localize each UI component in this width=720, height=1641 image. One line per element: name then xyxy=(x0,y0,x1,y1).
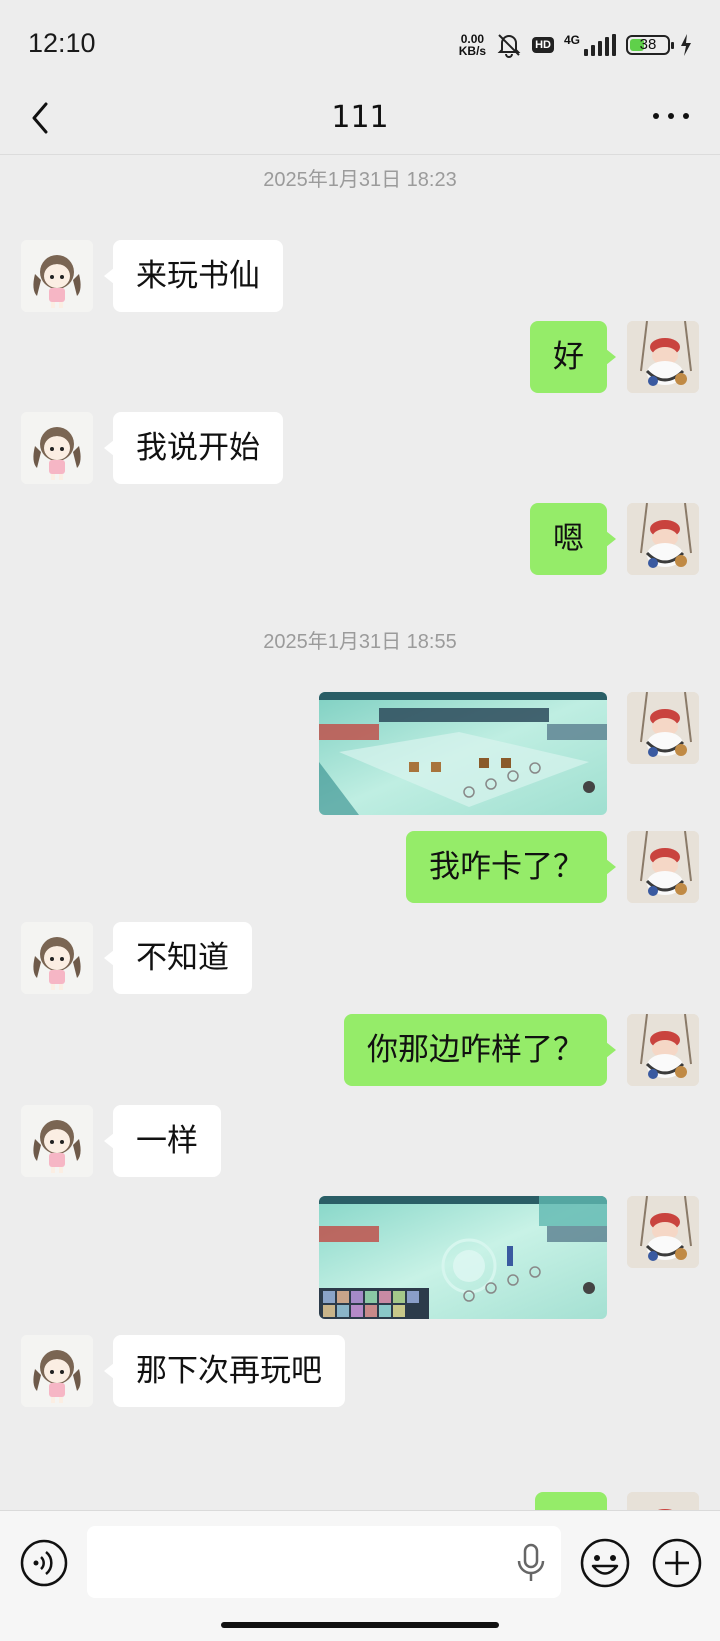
game-screenshot-image xyxy=(319,1196,607,1319)
contact-avatar[interactable] xyxy=(21,240,93,312)
message-list[interactable]: 2025年1月31日 18:23 来玩书仙 好 我说开始 嗯 2025年1月31… xyxy=(0,155,720,1510)
incoming-message[interactable]: 我说开始 xyxy=(104,412,283,484)
home-indicator[interactable] xyxy=(221,1622,499,1628)
hd-badge: HD xyxy=(532,37,554,53)
contact-avatar[interactable] xyxy=(21,922,93,994)
game-screenshot-image xyxy=(319,692,607,815)
girl-avatar-icon xyxy=(21,240,93,312)
cartoon-avatar-icon xyxy=(627,831,699,903)
outgoing-message[interactable] xyxy=(535,1492,607,1510)
chat-header: 111 xyxy=(0,88,720,155)
cartoon-avatar-icon xyxy=(627,1196,699,1268)
girl-avatar-icon xyxy=(21,922,93,994)
status-bar: 12:10 0.00 KB/s HD 4G 38 xyxy=(0,0,720,88)
outgoing-message[interactable]: 你那边咋样了？ xyxy=(344,1014,616,1086)
mic-icon[interactable] xyxy=(514,1541,548,1585)
cartoon-avatar-icon xyxy=(627,321,699,393)
my-avatar[interactable] xyxy=(627,503,699,575)
incoming-message[interactable]: 来玩书仙 xyxy=(104,240,283,312)
signal-icon xyxy=(584,34,616,56)
my-avatar[interactable] xyxy=(627,321,699,393)
my-avatar[interactable] xyxy=(627,1492,699,1510)
emoji-icon[interactable] xyxy=(579,1537,631,1589)
battery-level: 38 xyxy=(639,36,657,53)
cartoon-avatar-icon xyxy=(627,503,699,575)
charging-icon xyxy=(681,34,691,56)
cartoon-avatar-icon xyxy=(627,1014,699,1086)
bell-muted-icon xyxy=(497,34,521,58)
contact-avatar[interactable] xyxy=(21,1335,93,1407)
my-avatar[interactable] xyxy=(627,1014,699,1086)
contact-avatar[interactable] xyxy=(21,1105,93,1177)
network-type: 4G xyxy=(563,33,580,47)
outgoing-message[interactable]: 嗯 xyxy=(530,503,616,575)
cartoon-avatar-icon xyxy=(627,692,699,764)
girl-avatar-icon xyxy=(21,1105,93,1177)
plus-icon[interactable] xyxy=(651,1537,703,1589)
more-icon[interactable] xyxy=(650,94,692,138)
timestamp: 2025年1月31日 18:55 xyxy=(263,631,457,653)
battery-icon: 38 xyxy=(626,35,674,55)
status-time: 12:10 xyxy=(28,28,96,58)
my-avatar[interactable] xyxy=(627,1196,699,1268)
incoming-message[interactable]: 那下次再玩吧 xyxy=(104,1335,345,1407)
message-input[interactable] xyxy=(87,1526,561,1598)
girl-avatar-icon xyxy=(21,1335,93,1407)
network-speed-unit: KB/s xyxy=(458,44,487,58)
outgoing-message[interactable]: 我咋卡了？ xyxy=(406,831,616,903)
incoming-message[interactable]: 一样 xyxy=(104,1105,221,1177)
image-message[interactable] xyxy=(319,1196,607,1319)
voice-icon[interactable] xyxy=(19,1538,69,1588)
status-icons: 0.00 KB/s HD 4G 38 xyxy=(459,30,692,60)
chat-title: 111 xyxy=(331,100,389,135)
cartoon-avatar-icon xyxy=(627,1492,699,1510)
image-message[interactable] xyxy=(319,692,607,815)
outgoing-message[interactable]: 好 xyxy=(530,321,616,393)
contact-avatar[interactable] xyxy=(21,412,93,484)
network-speed: 0.00 KB/s xyxy=(459,33,486,57)
girl-avatar-icon xyxy=(21,412,93,484)
timestamp: 2025年1月31日 18:23 xyxy=(263,169,457,191)
incoming-message[interactable]: 不知道 xyxy=(104,922,252,994)
my-avatar[interactable] xyxy=(627,831,699,903)
my-avatar[interactable] xyxy=(627,692,699,764)
